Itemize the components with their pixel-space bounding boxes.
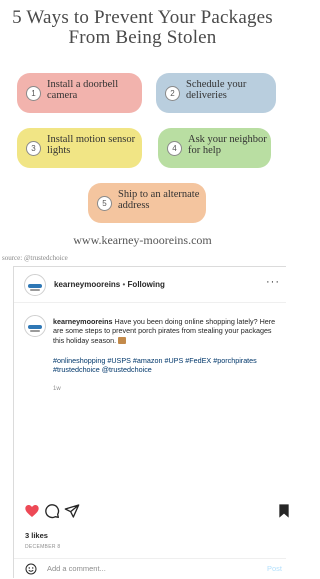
tip-card-5: 5 Ship to an alternate address: [88, 183, 206, 223]
tip-number: 1: [26, 86, 41, 101]
infographic-title: 5 Ways to Prevent Your Packages From Bei…: [12, 7, 273, 48]
tip-text: Schedule your deliveries: [186, 79, 247, 101]
tip-card-4: 4 Ask your neighbor for help: [158, 128, 271, 168]
post-header: kearneymooreins • Following ···: [14, 267, 286, 303]
tip-text: Install a doorbell camera: [47, 79, 119, 101]
instagram-post-card: kearneymooreins • Following ··· kearneym…: [13, 266, 289, 579]
package-emoji-icon: [118, 336, 127, 344]
share-icon[interactable]: [64, 503, 80, 519]
follow-status-button[interactable]: Following: [128, 280, 165, 289]
bookmark-icon[interactable]: [276, 503, 292, 519]
username-link[interactable]: kearneymooreins: [54, 280, 120, 289]
tip-card-2: 2 Schedule your deliveries: [156, 73, 276, 113]
caption-username-link[interactable]: kearneymooreins: [53, 317, 113, 326]
tip-number: 4: [167, 141, 182, 156]
tip-text: Install motion sensor lights: [47, 134, 136, 156]
website-url: www.kearney-mooreins.com: [73, 233, 212, 247]
source-credit: source: @trustedchoice: [2, 254, 68, 262]
avatar[interactable]: [24, 274, 46, 296]
heart-icon[interactable]: [24, 503, 40, 519]
post-date: DECEMBER 8: [25, 544, 61, 550]
more-options-icon[interactable]: ···: [266, 276, 280, 288]
tip-text: Ask your neighbor for help: [188, 134, 267, 156]
hashtags[interactable]: #onlineshopping #USPS #amazon #UPS #FedE…: [53, 356, 281, 375]
tip-card-3: 3 Install motion sensor lights: [17, 128, 142, 168]
separator-dot: •: [122, 280, 126, 289]
like-count[interactable]: 3 likes: [25, 531, 48, 540]
post-caption: kearneymooreins Have you been doing onli…: [53, 317, 281, 345]
infographic-image: 5 Ways to Prevent Your Packages From Bei…: [0, 0, 285, 262]
tip-text: Ship to an alternate address: [118, 189, 200, 211]
post-author: kearneymooreins • Following: [54, 280, 165, 289]
emoji-icon[interactable]: [25, 563, 37, 575]
post-age: 1w: [53, 386, 61, 392]
comment-input[interactable]: Add a comment...: [47, 564, 106, 573]
tip-card-1: 1 Install a doorbell camera: [17, 73, 142, 113]
post-comment-button[interactable]: Post: [267, 564, 282, 573]
tip-number: 5: [97, 196, 112, 211]
comment-bar: Add a comment... Post: [14, 558, 286, 579]
tip-number: 2: [165, 86, 180, 101]
comment-icon[interactable]: [44, 503, 60, 519]
caption-avatar[interactable]: [24, 315, 46, 337]
tip-number: 3: [26, 141, 41, 156]
action-bar: [14, 499, 289, 523]
